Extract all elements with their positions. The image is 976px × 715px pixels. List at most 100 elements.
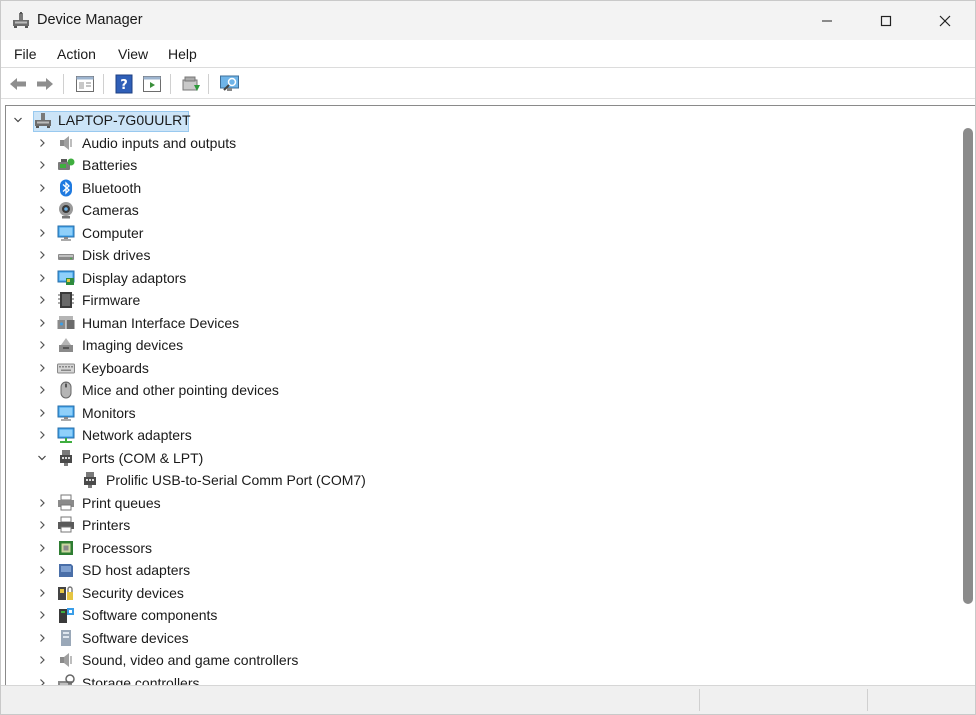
chevron-right-icon[interactable] (37, 632, 47, 644)
tree-item-sd-host-adapters[interactable]: SD host adapters (6, 559, 956, 581)
tree-item-human-interface-devices[interactable]: Human Interface Devices (6, 312, 956, 334)
chevron-right-icon[interactable] (37, 564, 47, 576)
menu-help[interactable]: Help (168, 46, 197, 62)
menu-file[interactable]: File (14, 46, 37, 62)
tree-item-display-adaptors[interactable]: Display adaptors (6, 267, 956, 289)
hid-icon (57, 315, 75, 329)
show-hide-button[interactable] (141, 73, 163, 95)
chevron-right-icon[interactable] (37, 609, 47, 621)
tree-item-storage-controllers[interactable]: Storage controllers (6, 672, 956, 686)
back-icon (10, 78, 26, 90)
chevron-right-icon[interactable] (37, 542, 47, 554)
chevron-right-icon[interactable] (37, 249, 47, 261)
tree-item-security-devices[interactable]: Security devices (6, 582, 956, 604)
chevron-right-icon[interactable] (37, 339, 47, 351)
chevron-right-icon[interactable] (37, 227, 47, 239)
security-icon (58, 585, 73, 600)
display-adapter-icon (57, 270, 75, 285)
tree-item-label: Mice and other pointing devices (82, 382, 279, 398)
tree-item-label: Printers (82, 517, 131, 533)
chevron-right-icon[interactable] (37, 272, 47, 284)
tree-item-mice-and-other-pointing-devices[interactable]: Mice and other pointing devices (6, 379, 956, 401)
properties-pane-button[interactable] (74, 73, 96, 95)
toolbar-separator (208, 74, 209, 94)
chevron-down-icon[interactable] (13, 114, 23, 126)
disk-drive-icon (58, 254, 74, 260)
chevron-right-icon[interactable] (37, 384, 47, 396)
storage-icon (58, 673, 75, 685)
tree-item-batteries[interactable]: Batteries (6, 154, 956, 176)
minimize-icon (822, 20, 832, 21)
tree-item-label: Disk drives (82, 247, 151, 263)
device-tree[interactable]: LAPTOP-7G0UULRT Audio inputs and outputs… (5, 105, 975, 685)
close-button[interactable] (916, 1, 974, 40)
chevron-right-icon[interactable] (37, 182, 47, 194)
update-driver-button[interactable] (180, 73, 202, 95)
chevron-right-icon[interactable] (37, 407, 47, 419)
tree-root[interactable]: LAPTOP-7G0UULRT (6, 109, 956, 132)
properties-pane-icon (76, 76, 94, 92)
menu-action[interactable]: Action (57, 46, 96, 62)
tree-item-prolific-usb-to-serial-comm-port-com7[interactable]: Prolific USB-to-Serial Comm Port (COM7) (6, 469, 956, 491)
tree-item-print-queues[interactable]: Print queues (6, 492, 956, 514)
chevron-right-icon[interactable] (37, 204, 47, 216)
tree-item-audio-inputs-and-outputs[interactable]: Audio inputs and outputs (6, 132, 956, 154)
tree-item-disk-drives[interactable]: Disk drives (6, 244, 956, 266)
tree-item-firmware[interactable]: Firmware (6, 289, 956, 311)
tree-item-ports-com-lpt[interactable]: Ports (COM & LPT) (6, 447, 956, 469)
camera-icon (59, 202, 73, 219)
chevron-right-icon[interactable] (37, 362, 47, 374)
tree-item-network-adapters[interactable]: Network adapters (6, 424, 956, 446)
tree-item-printers[interactable]: Printers (6, 514, 956, 536)
chevron-right-icon[interactable] (37, 677, 47, 686)
tree-item-computer[interactable]: Computer (6, 222, 956, 244)
tree-item-monitors[interactable]: Monitors (6, 402, 956, 424)
firmware-icon (58, 292, 74, 308)
menu-view[interactable]: View (118, 46, 148, 62)
print-queue-icon (58, 494, 74, 510)
chevron-right-icon[interactable] (37, 519, 47, 531)
tree-item-software-components[interactable]: Software components (6, 604, 956, 626)
mouse-icon (60, 381, 72, 399)
tree-item-label: Imaging devices (82, 337, 184, 353)
tree-item-sound-video-and-game-controllers[interactable]: Sound, video and game controllers (6, 649, 956, 671)
menu-bar: File Action View Help (1, 40, 975, 68)
tree-item-imaging-devices[interactable]: Imaging devices (6, 334, 956, 356)
status-bar (1, 685, 975, 714)
chevron-right-icon[interactable] (37, 654, 47, 666)
tree-item-bluetooth[interactable]: Bluetooth (6, 177, 956, 199)
title-bar[interactable]: Device Manager (1, 1, 975, 40)
update-driver-icon (182, 76, 200, 91)
chevron-right-icon[interactable] (37, 497, 47, 509)
chevron-down-icon[interactable] (37, 452, 47, 464)
maximize-button[interactable] (857, 1, 915, 40)
chevron-right-icon[interactable] (37, 159, 47, 171)
tree-item-cameras[interactable]: Cameras (6, 199, 956, 221)
back-button[interactable] (7, 73, 29, 95)
chevron-right-icon[interactable] (37, 429, 47, 441)
tree-item-software-devices[interactable]: Software devices (6, 627, 956, 649)
show-hide-icon (143, 76, 161, 92)
tree-item-keyboards[interactable]: Keyboards (6, 357, 956, 379)
scrollbar-thumb[interactable] (963, 128, 973, 604)
chevron-right-icon[interactable] (37, 294, 47, 306)
chevron-right-icon[interactable] (37, 317, 47, 329)
tree-item-label: Network adapters (82, 427, 192, 443)
minimize-button[interactable] (798, 1, 856, 40)
tree-item-processors[interactable]: Processors (6, 537, 956, 559)
port-icon (60, 449, 72, 466)
svg-text:?: ? (120, 78, 128, 93)
scan-hardware-icon (220, 75, 239, 91)
bluetooth-icon (60, 179, 72, 196)
help-button[interactable]: ? (113, 73, 135, 95)
vertical-scrollbar[interactable] (959, 106, 975, 685)
tree-item-label: Sound, video and game controllers (82, 652, 299, 668)
help-icon: ? (115, 74, 133, 94)
scan-hardware-button[interactable] (219, 73, 241, 95)
tree-item-label: Human Interface Devices (82, 314, 240, 331)
forward-button[interactable] (34, 73, 56, 95)
tree-item-label: Audio inputs and outputs (82, 134, 237, 151)
chevron-right-icon[interactable] (37, 137, 47, 149)
chevron-right-icon[interactable] (37, 587, 47, 599)
tree-item-label: Computer (82, 224, 144, 241)
